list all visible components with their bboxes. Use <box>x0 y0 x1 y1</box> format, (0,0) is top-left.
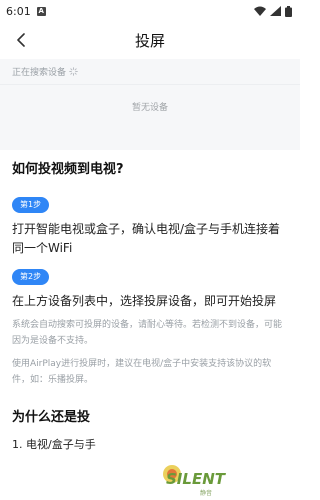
wifi-icon <box>254 6 266 16</box>
status-bar: 6:01 A <box>0 0 300 22</box>
step1-badge: 第1步 <box>12 197 50 213</box>
battery-icon <box>285 5 292 17</box>
loading-spinner-icon <box>69 67 78 76</box>
device-search-section: 正在搜索设备 暂无设备 <box>0 59 300 128</box>
cast-guide: 如何投视频到电视? 第1步 打开智能电视或盒子，确认电视/盒子与手机连接着同一个… <box>0 150 300 452</box>
status-left: 6:01 A <box>6 5 46 18</box>
step1-text: 打开智能电视或盒子，确认电视/盒子与手机连接着同一个WiFi <box>12 222 281 255</box>
why-item-1: 1. 电视/盒子与手 <box>12 438 96 451</box>
status-time: 6:01 <box>6 4 31 18</box>
why-title: 为什么还是投 <box>12 410 91 425</box>
nav-bar: 投屏 <box>0 22 300 58</box>
chevron-left-icon[interactable] <box>12 31 30 49</box>
hint-airplay: 使用AirPlay进行投屏时，建议在电视/盒子中安装支持该协议的软件，如：乐播投… <box>12 359 272 385</box>
silent-watermark-logo: SILENT 静音 <box>163 465 227 497</box>
notification-alert-icon: A <box>36 6 46 16</box>
section-divider <box>0 128 300 150</box>
guide-title: 如何投视频到电视? <box>12 162 124 177</box>
hint-auto-search: 系统会自动搜索可投屏的设备，请耐心等待。若检测不到设备，可能因为是设备不支持。 <box>12 320 283 346</box>
search-status-text: 正在搜索设备 <box>12 68 67 78</box>
status-right <box>254 5 292 17</box>
page-title: 投屏 <box>134 31 165 50</box>
search-status: 正在搜索设备 <box>0 59 300 85</box>
empty-device-list: 暂无设备 <box>131 102 168 113</box>
signal-icon <box>270 6 281 16</box>
watermark-subtext: 静音 <box>200 489 212 497</box>
step2-badge: 第2步 <box>12 269 50 285</box>
watermark-text: SILENT <box>166 470 227 488</box>
step2-text: 在上方设备列表中，选择投屏设备，即可开始投屏 <box>12 294 277 308</box>
